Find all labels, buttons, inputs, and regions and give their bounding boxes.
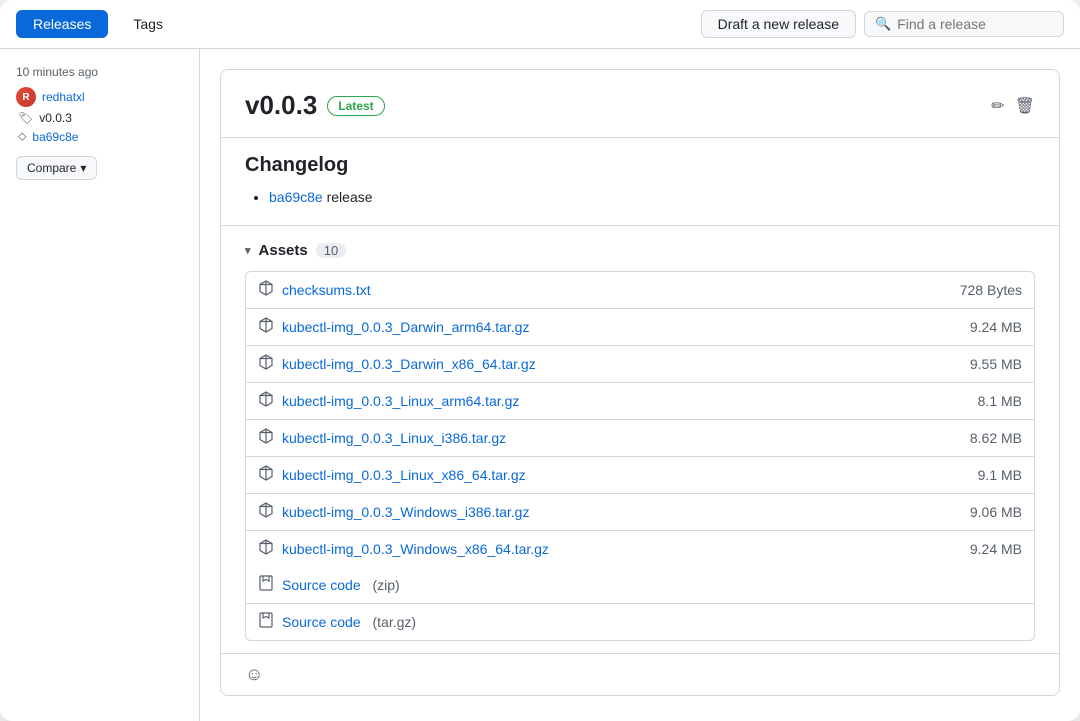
changelog-commit-link[interactable]: ba69c8e <box>269 189 323 205</box>
changelog-list: ba69c8e release <box>245 189 1035 205</box>
changelog-item: ba69c8e release <box>269 189 1035 205</box>
source-suffix: (zip) <box>369 577 400 593</box>
package-icon <box>258 539 274 559</box>
release-actions: ✏ 🗑 <box>991 96 1035 116</box>
asset-size: 9.06 MB <box>970 504 1022 520</box>
asset-row: checksums.txt 728 Bytes <box>246 272 1034 309</box>
asset-size: 9.24 MB <box>970 319 1022 335</box>
asset-name[interactable]: kubectl-img_0.0.3_Linux_i386.tar.gz <box>282 430 506 446</box>
asset-row: kubectl-img_0.0.3_Linux_i386.tar.gz 8.62… <box>246 420 1034 457</box>
changelog-section: Changelog ba69c8e release <box>221 138 1059 226</box>
asset-size: 9.1 MB <box>978 467 1022 483</box>
draft-new-release-button[interactable]: Draft a new release <box>701 10 856 38</box>
asset-left: kubectl-img_0.0.3_Linux_i386.tar.gz <box>258 428 506 448</box>
source-name[interactable]: Source code <box>282 614 361 630</box>
search-icon: 🔍 <box>875 16 891 32</box>
find-release-search-box: 🔍 <box>864 11 1064 37</box>
file-zip-icon <box>258 612 274 632</box>
asset-size: 9.24 MB <box>970 541 1022 557</box>
source-row: Source code (tar.gz) <box>246 604 1034 640</box>
assets-label: Assets <box>259 242 308 259</box>
asset-name[interactable]: kubectl-img_0.0.3_Darwin_arm64.tar.gz <box>282 319 529 335</box>
tag-icon: 🏷 <box>18 111 33 125</box>
asset-size: 728 Bytes <box>960 282 1022 298</box>
asset-left: checksums.txt <box>258 280 371 300</box>
asset-left: kubectl-img_0.0.3_Darwin_x86_64.tar.gz <box>258 354 536 374</box>
asset-name[interactable]: kubectl-img_0.0.3_Linux_x86_64.tar.gz <box>282 467 526 483</box>
main-content: 10 minutes ago R redhatxl 🏷 v0.0.3 ⬦ ba6… <box>0 49 1080 721</box>
sidebar-tag-name: v0.0.3 <box>39 111 72 125</box>
asset-name[interactable]: checksums.txt <box>282 282 371 298</box>
asset-left: kubectl-img_0.0.3_Windows_i386.tar.gz <box>258 502 529 522</box>
source-suffix: (tar.gz) <box>369 614 416 630</box>
package-icon <box>258 465 274 485</box>
assets-table: checksums.txt 728 Bytes kubectl-img_0.0.… <box>245 271 1035 641</box>
changelog-item-text: release <box>327 189 373 205</box>
asset-name[interactable]: kubectl-img_0.0.3_Windows_x86_64.tar.gz <box>282 541 549 557</box>
release-version: v0.0.3 <box>245 90 317 121</box>
package-icon <box>258 354 274 374</box>
source-row: Source code (zip) <box>246 567 1034 604</box>
assets-count-badge: 10 <box>316 243 346 258</box>
source-rows-container: Source code (zip) Source code (tar.gz) <box>246 567 1034 640</box>
asset-left: kubectl-img_0.0.3_Linux_arm64.tar.gz <box>258 391 519 411</box>
tab-tags[interactable]: Tags <box>116 10 180 38</box>
asset-row: kubectl-img_0.0.3_Linux_arm64.tar.gz 8.1… <box>246 383 1034 420</box>
sidebar-tag-row: 🏷 v0.0.3 <box>16 111 183 125</box>
assets-section: ▾ Assets 10 checksums.txt 728 Byt <box>221 226 1059 653</box>
asset-left: kubectl-img_0.0.3_Darwin_arm64.tar.gz <box>258 317 529 337</box>
compare-label: Compare <box>27 161 76 175</box>
file-zip-icon <box>258 575 274 595</box>
asset-row: kubectl-img_0.0.3_Windows_x86_64.tar.gz … <box>246 531 1034 567</box>
release-time-ago: 10 minutes ago <box>16 65 183 79</box>
assets-header: ▾ Assets 10 <box>245 242 1035 259</box>
latest-badge: Latest <box>327 96 384 116</box>
app-window: Releases Tags Draft a new release 🔍 10 m… <box>0 0 1080 721</box>
release-footer: ☺ <box>221 653 1059 695</box>
chevron-down-icon: ▾ <box>80 161 86 175</box>
source-left: Source code (zip) <box>258 575 400 595</box>
source-left: Source code (tar.gz) <box>258 612 416 632</box>
sidebar-username[interactable]: redhatxl <box>42 90 85 104</box>
commit-icon: ⬦ <box>18 129 26 144</box>
asset-left: kubectl-img_0.0.3_Windows_x86_64.tar.gz <box>258 539 549 559</box>
tab-releases[interactable]: Releases <box>16 10 108 38</box>
asset-row: kubectl-img_0.0.3_Windows_i386.tar.gz 9.… <box>246 494 1034 531</box>
package-icon <box>258 502 274 522</box>
assets-chevron-icon[interactable]: ▾ <box>245 244 251 257</box>
compare-button[interactable]: Compare ▾ <box>16 156 97 180</box>
search-input[interactable] <box>897 16 1053 32</box>
release-card: v0.0.3 Latest ✏ 🗑 Changelog ba69c8e rel <box>220 69 1060 696</box>
package-icon <box>258 317 274 337</box>
asset-rows-container: checksums.txt 728 Bytes kubectl-img_0.0.… <box>246 272 1034 567</box>
release-header: v0.0.3 Latest ✏ 🗑 <box>221 70 1059 138</box>
asset-name[interactable]: kubectl-img_0.0.3_Windows_i386.tar.gz <box>282 504 529 520</box>
asset-size: 9.55 MB <box>970 356 1022 372</box>
asset-row: kubectl-img_0.0.3_Linux_x86_64.tar.gz 9.… <box>246 457 1034 494</box>
emoji-reaction-icon[interactable]: ☺ <box>245 664 263 685</box>
edit-icon[interactable]: ✏ <box>991 96 1004 116</box>
avatar: R <box>16 87 36 107</box>
changelog-title: Changelog <box>245 154 1035 177</box>
asset-size: 8.62 MB <box>970 430 1022 446</box>
asset-name[interactable]: kubectl-img_0.0.3_Linux_arm64.tar.gz <box>282 393 519 409</box>
sidebar: 10 minutes ago R redhatxl 🏷 v0.0.3 ⬦ ba6… <box>0 49 200 721</box>
sidebar-user-row: R redhatxl <box>16 87 183 107</box>
release-panel: v0.0.3 Latest ✏ 🗑 Changelog ba69c8e rel <box>200 49 1080 721</box>
asset-name[interactable]: kubectl-img_0.0.3_Darwin_x86_64.tar.gz <box>282 356 536 372</box>
sidebar-commit-row: ⬦ ba69c8e <box>16 129 183 144</box>
asset-row: kubectl-img_0.0.3_Darwin_x86_64.tar.gz 9… <box>246 346 1034 383</box>
asset-size: 8.1 MB <box>978 393 1022 409</box>
topbar: Releases Tags Draft a new release 🔍 <box>0 0 1080 49</box>
asset-row: kubectl-img_0.0.3_Darwin_arm64.tar.gz 9.… <box>246 309 1034 346</box>
trash-icon[interactable]: 🗑 <box>1015 96 1035 116</box>
package-icon <box>258 280 274 300</box>
asset-left: kubectl-img_0.0.3_Linux_x86_64.tar.gz <box>258 465 526 485</box>
package-icon <box>258 391 274 411</box>
source-name[interactable]: Source code <box>282 577 361 593</box>
package-icon <box>258 428 274 448</box>
release-title-row: v0.0.3 Latest <box>245 90 385 121</box>
sidebar-commit-hash[interactable]: ba69c8e <box>32 130 78 144</box>
